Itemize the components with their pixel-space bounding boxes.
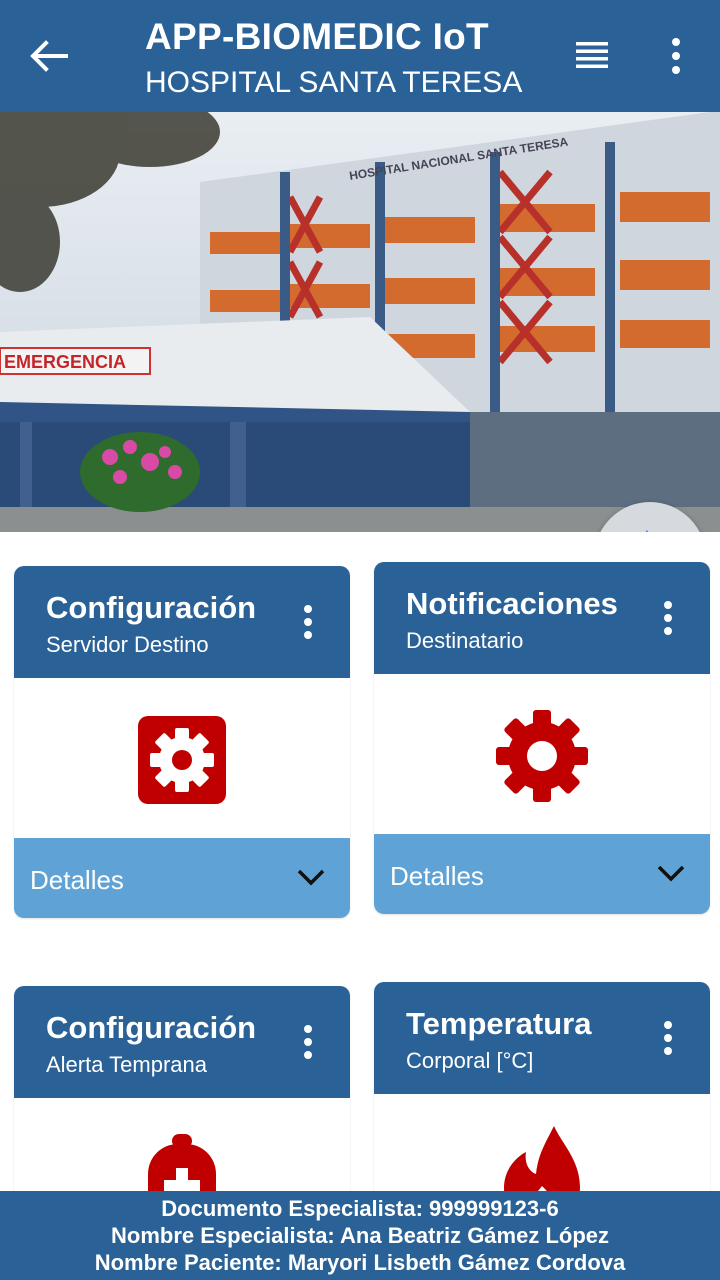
patient-info-bar: Documento Especialista: 999999123-6 Nomb… [0, 1191, 720, 1280]
svg-text:EMERGENCIA: EMERGENCIA [4, 352, 126, 372]
arrow-back-icon[interactable] [24, 34, 72, 78]
card-title: Configuración [46, 590, 257, 625]
details-label: Detalles [390, 861, 484, 891]
details-expander[interactable]: Detalles [14, 838, 350, 918]
card-body[interactable] [374, 674, 710, 834]
card-title: Notificaciones [406, 586, 618, 621]
more-vert-icon[interactable] [658, 1020, 678, 1056]
app-subtitle: HOSPITAL SANTA TERESA [145, 66, 523, 99]
card-header: Configuración Alerta Temprana [14, 986, 350, 1098]
more-vert-icon[interactable] [298, 1024, 318, 1060]
chevron-down-icon [297, 869, 325, 886]
card-notificaciones[interactable]: Notificaciones Destinatario Detalles [374, 562, 710, 914]
chevron-down-icon [657, 865, 685, 882]
settings-box-icon [138, 716, 226, 804]
card-title: Configuración [46, 1010, 257, 1045]
details-expander[interactable]: Detalles [374, 834, 710, 914]
more-vert-icon[interactable] [664, 36, 688, 76]
app-bar: APP-BIOMEDIC IoT HOSPITAL SANTA TERESA [0, 0, 720, 112]
card-subtitle: Corporal [°C] [406, 1048, 534, 1073]
specialist-document: Documento Especialista: 999999123-6 [161, 1196, 559, 1221]
app-title: APP-BIOMEDIC IoT [145, 16, 489, 57]
card-subtitle: Alerta Temprana [46, 1052, 208, 1077]
hospital-photo: HOSPITAL NACIONAL SANTA TERESA EMERGENCI… [0, 112, 720, 532]
more-vert-icon[interactable] [298, 604, 318, 640]
card-header: Notificaciones Destinatario [374, 562, 710, 674]
more-vert-icon[interactable] [658, 600, 678, 636]
hospital-building-image: HOSPITAL NACIONAL SANTA TERESA EMERGENCI… [0, 112, 720, 532]
list-icon[interactable] [572, 38, 612, 72]
settings-gear-icon [496, 710, 588, 802]
patient-name: Nombre Paciente: Maryori Lisbeth Gámez C… [94, 1250, 626, 1275]
bluetooth-searching-icon [646, 530, 649, 532]
card-header: Temperatura Corporal [°C] [374, 982, 710, 1094]
card-subtitle: Servidor Destino [46, 632, 209, 657]
card-title: Temperatura [406, 1006, 592, 1041]
card-configuracion-servidor[interactable]: Configuración Servidor Destino Detalles [14, 566, 350, 918]
card-header: Configuración Servidor Destino [14, 566, 350, 678]
details-label: Detalles [30, 865, 124, 895]
card-body[interactable] [14, 678, 350, 838]
specialist-name: Nombre Especialista: Ana Beatriz Gámez L… [111, 1223, 609, 1248]
card-subtitle: Destinatario [406, 628, 524, 653]
